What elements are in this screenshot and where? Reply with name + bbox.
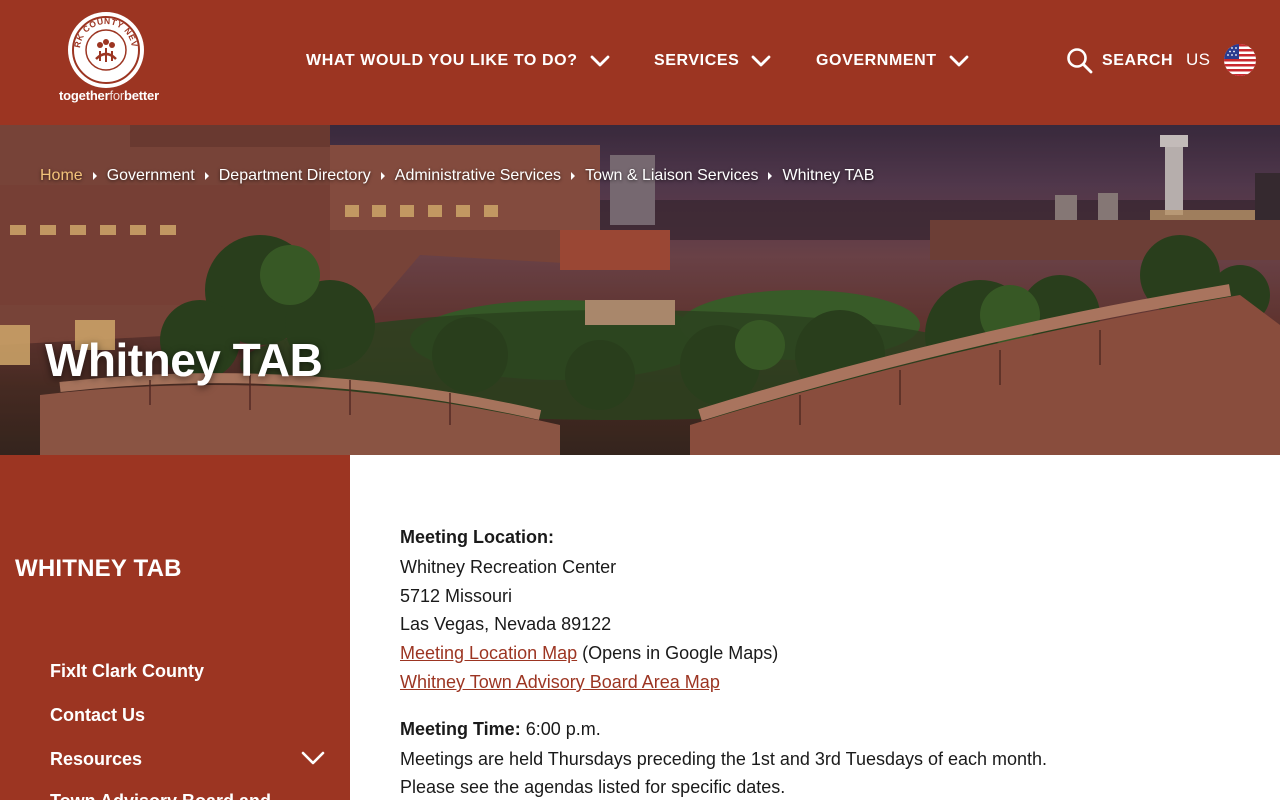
nav-services[interactable]: SERVICES bbox=[654, 48, 771, 74]
breadcrumb-separator-icon bbox=[768, 172, 773, 180]
sidebar-item-resources[interactable]: Resources bbox=[50, 749, 142, 770]
language-selector[interactable]: US bbox=[1186, 50, 1210, 70]
search-label: SEARCH bbox=[1102, 52, 1174, 69]
meeting-time-value: 6:00 p.m. bbox=[525, 719, 601, 739]
meeting-time-heading: Meeting Time: bbox=[400, 719, 521, 739]
breadcrumb-government[interactable]: Government bbox=[107, 167, 195, 185]
breadcrumb-separator-icon bbox=[92, 172, 97, 180]
site-header: CLARK COUNTY NEVADA togetherforbetter WH… bbox=[0, 0, 1280, 125]
search-button[interactable]: SEARCH bbox=[1066, 46, 1173, 76]
breadcrumb: Home Government Department Directory Adm… bbox=[40, 167, 874, 185]
county-seal-icon: CLARK COUNTY NEVADA bbox=[68, 12, 144, 88]
sidebar-item-town-advisory-board[interactable]: Town Advisory Board and bbox=[50, 791, 271, 800]
breadcrumb-current: Whitney TAB bbox=[782, 167, 875, 184]
breadcrumb-administrative-services[interactable]: Administrative Services bbox=[395, 167, 561, 185]
clark-county-logo[interactable]: CLARK COUNTY NEVADA togetherforbetter bbox=[50, 12, 168, 106]
meeting-location-map-link[interactable]: Meeting Location Map bbox=[400, 643, 577, 663]
breadcrumb-separator-icon bbox=[204, 172, 209, 180]
location-city: Las Vegas, Nevada 89122 bbox=[400, 614, 612, 634]
meeting-location-heading: Meeting Location: bbox=[400, 527, 554, 547]
nav-label: GOVERNMENT bbox=[816, 52, 937, 69]
chevron-down-icon[interactable] bbox=[300, 750, 326, 766]
breadcrumb-home[interactable]: Home bbox=[40, 167, 83, 185]
chevron-down-icon bbox=[752, 55, 771, 67]
sidebar-title: WHITNEY TAB bbox=[15, 555, 182, 582]
chevron-down-icon bbox=[590, 55, 609, 67]
schedule-line-2: Please see the agendas listed for specif… bbox=[400, 777, 786, 797]
search-icon bbox=[1067, 48, 1093, 74]
nav-label: SERVICES bbox=[654, 52, 740, 69]
schedule-line-1: Meetings are held Thursdays preceding th… bbox=[400, 749, 1048, 769]
breadcrumb-town-liaison-services[interactable]: Town & Liaison Services bbox=[585, 167, 758, 185]
sidebar: WHITNEY TAB FixIt Clark County Contact U… bbox=[0, 455, 350, 800]
breadcrumb-separator-icon bbox=[571, 172, 576, 180]
us-flag-icon[interactable] bbox=[1224, 44, 1256, 76]
map-link-note: (Opens in Google Maps) bbox=[582, 643, 779, 663]
area-map-link[interactable]: Whitney Town Advisory Board Area Map bbox=[400, 672, 720, 692]
map-link-line: Meeting Location Map (Opens in Google Ma… bbox=[400, 639, 778, 668]
nav-government[interactable]: GOVERNMENT bbox=[816, 48, 969, 74]
breadcrumb-separator-icon bbox=[380, 172, 385, 180]
breadcrumb-department-directory[interactable]: Department Directory bbox=[219, 167, 371, 185]
sidebar-item-contact-us[interactable]: Contact Us bbox=[50, 705, 145, 726]
page-title: Whitney TAB bbox=[45, 334, 323, 386]
location-name: Whitney Recreation Center bbox=[400, 557, 617, 577]
meeting-time-line: Meeting Time: 6:00 p.m. bbox=[400, 715, 601, 744]
logo-tagline: togetherforbetter bbox=[59, 88, 159, 103]
nav-label: WHAT WOULD YOU LIKE TO DO? bbox=[306, 52, 578, 69]
chevron-down-icon bbox=[949, 55, 969, 67]
hero-banner: Home Government Department Directory Adm… bbox=[0, 125, 1280, 455]
location-street: 5712 Missouri bbox=[400, 586, 513, 606]
sidebar-item-fixit[interactable]: FixIt Clark County bbox=[50, 661, 204, 682]
nav-what-would-you-like-to-do[interactable]: WHAT WOULD YOU LIKE TO DO? bbox=[306, 48, 610, 74]
area-map-line: Whitney Town Advisory Board Area Map bbox=[400, 668, 720, 697]
